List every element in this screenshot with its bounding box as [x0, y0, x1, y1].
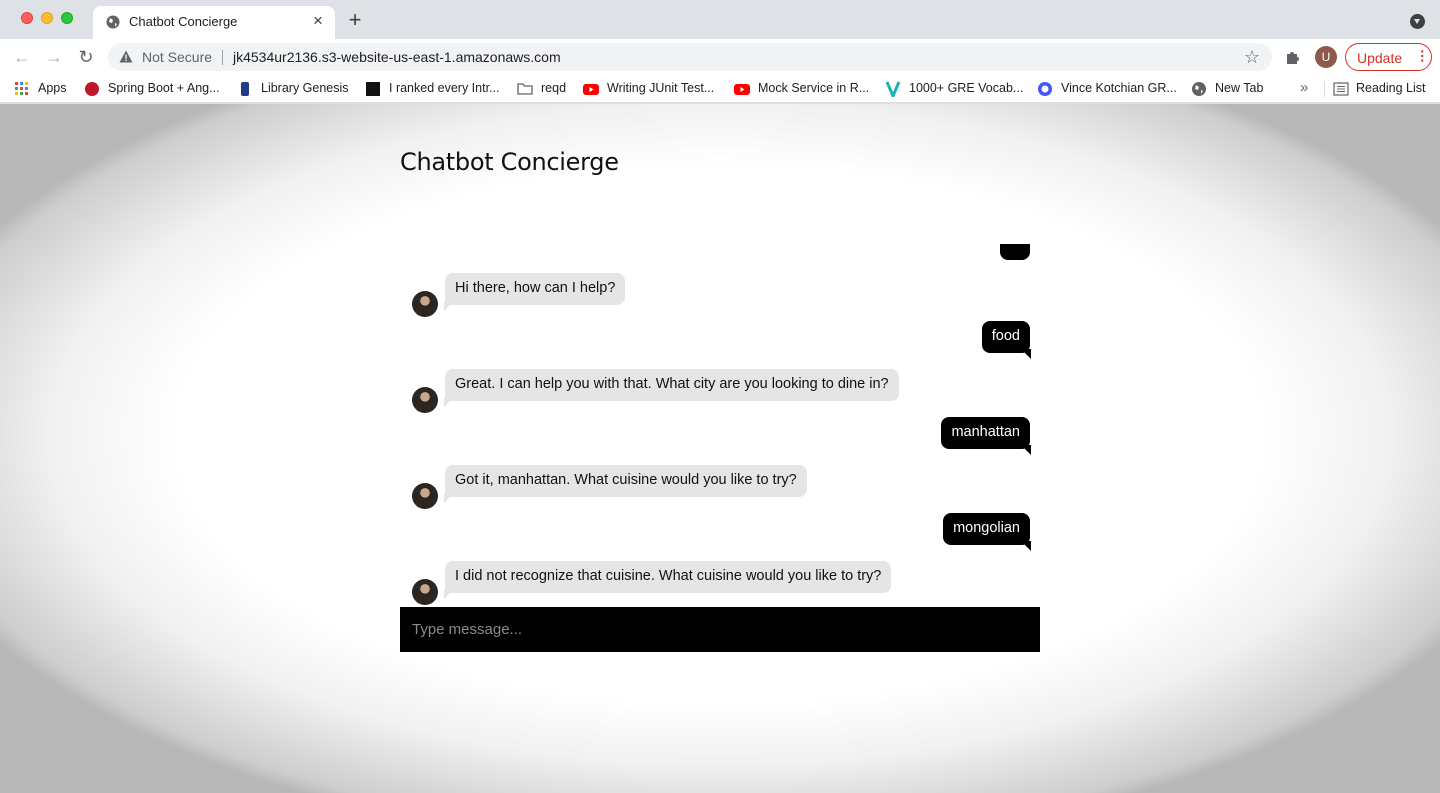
bookmark-gre-vocab[interactable]: 1000+ GRE Vocab... [909, 81, 1023, 97]
extensions-puzzle-icon[interactable] [1284, 48, 1302, 66]
forward-arrow-icon[interactable]: → [42, 45, 66, 69]
reading-list-icon [1333, 82, 1349, 96]
back-arrow-icon[interactable]: ← [10, 45, 34, 69]
minimize-window-button[interactable] [41, 12, 53, 24]
bot-avatar [412, 579, 438, 605]
bot-message: Hi there, how can I help? [400, 273, 1040, 321]
bookmark-spring-boot[interactable]: Spring Boot + Ang... [108, 81, 220, 97]
bot-message-bubble: Got it, manhattan. What cuisine would yo… [445, 465, 807, 497]
page-viewport: Chatbot Concierge Hi there, how can I he… [0, 104, 1440, 793]
tab-title: Chatbot Concierge [129, 14, 238, 29]
bot-avatar [412, 483, 438, 509]
bookmark-mock-service[interactable]: Mock Service in R... [758, 81, 869, 97]
page-title: Chatbot Concierge [400, 148, 619, 176]
bot-avatar [412, 291, 438, 317]
tab-strip: Chatbot Concierge × + [0, 0, 1440, 39]
bookmark-apps[interactable]: Apps [38, 81, 67, 97]
bot-message-bubble: Great. I can help you with that. What ci… [445, 369, 899, 401]
bookmark-vince-kotchian[interactable]: Vince Kotchian GR... [1061, 81, 1177, 97]
browser-toolbar: ← → ↻ Not Secure jk4534ur2136.s3-website… [0, 39, 1440, 75]
update-button[interactable]: Update ⋯ [1345, 43, 1432, 71]
url-text[interactable]: jk4534ur2136.s3-website-us-east-1.amazon… [233, 49, 561, 65]
user-message: mongolian [400, 513, 1040, 553]
user-message-bubble: manhattan [941, 417, 1030, 449]
close-window-button[interactable] [21, 12, 33, 24]
user-message-bubble: food [981, 321, 1030, 353]
site-favicon-icon [366, 82, 380, 96]
vocab-icon [885, 81, 901, 97]
bookmark-library-genesis[interactable]: Library Genesis [261, 81, 349, 97]
maximize-window-button[interactable] [61, 12, 73, 24]
not-secure-label[interactable]: Not Secure [142, 49, 212, 65]
globe-icon [1192, 82, 1206, 96]
chat-history[interactable]: Hi there, how can I help? food Great. I … [400, 244, 1040, 607]
new-tab-button[interactable]: + [345, 9, 365, 31]
bot-avatar [412, 387, 438, 413]
user-message: manhattan [400, 417, 1040, 457]
close-tab-icon[interactable]: × [310, 11, 326, 31]
address-bar[interactable]: Not Secure jk4534ur2136.s3-website-us-ea… [108, 43, 1272, 71]
bookmark-folder-reqd[interactable]: reqd [541, 81, 566, 97]
bot-message: Great. I can help you with that. What ci… [400, 369, 1040, 417]
bookmarks-bar: Apps Spring Boot + Ang... Library Genesi… [0, 75, 1440, 103]
library-icon [241, 82, 249, 96]
quizlet-icon [1038, 82, 1052, 96]
youtube-icon [583, 84, 599, 95]
omnibox-divider [222, 50, 223, 65]
browser-tab[interactable]: Chatbot Concierge × [93, 6, 335, 39]
user-message-bubble: mongolian [943, 513, 1030, 545]
update-label: Update [1357, 50, 1403, 66]
user-message-bubble-partial [1000, 244, 1030, 260]
more-bookmarks-icon[interactable]: » [1300, 79, 1308, 96]
tab-search-icon[interactable] [1410, 14, 1425, 29]
message-input-bar [400, 607, 1040, 652]
bookmark-ranked-every[interactable]: I ranked every Intr... [389, 81, 499, 97]
globe-icon [106, 15, 120, 29]
more-menu-icon: ⋯ [1415, 49, 1431, 63]
site-favicon-icon [85, 82, 99, 96]
bot-message-bubble: I did not recognize that cuisine. What c… [445, 561, 892, 593]
warning-icon[interactable] [119, 50, 133, 63]
bookmarks-divider [1324, 81, 1325, 97]
folder-icon [517, 83, 533, 95]
apps-grid-icon [15, 82, 28, 95]
profile-avatar[interactable]: U [1315, 46, 1337, 68]
reading-list-button[interactable]: Reading List [1356, 81, 1426, 97]
bot-message-bubble: Hi there, how can I help? [445, 273, 626, 305]
bookmark-junit[interactable]: Writing JUnit Test... [607, 81, 714, 97]
bookmark-star-icon[interactable]: ☆ [1244, 47, 1260, 67]
message-input[interactable] [400, 607, 1040, 652]
bot-message: I did not recognize that cuisine. What c… [400, 561, 1040, 607]
bot-message: Got it, manhattan. What cuisine would yo… [400, 465, 1040, 513]
reload-icon[interactable]: ↻ [74, 45, 98, 69]
youtube-icon [734, 84, 750, 95]
user-message: food [400, 321, 1040, 361]
bookmark-new-tab[interactable]: New Tab [1215, 81, 1263, 97]
